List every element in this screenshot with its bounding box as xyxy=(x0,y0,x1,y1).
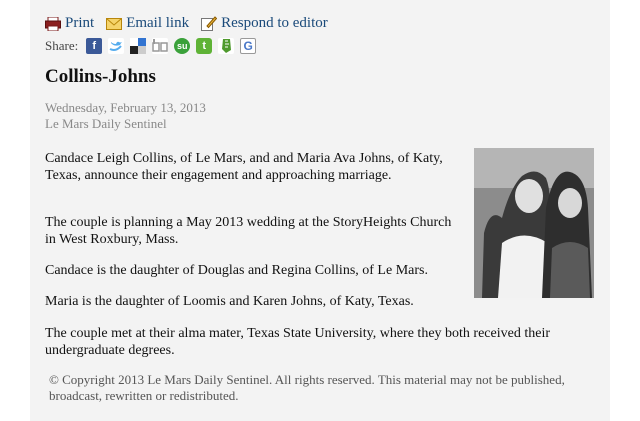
respond-label: Respond to editor xyxy=(221,15,328,31)
envelope-icon xyxy=(106,17,123,30)
evernote-icon[interactable] xyxy=(218,38,235,54)
article-paragraph: The couple is planning a May 2013 weddin… xyxy=(45,215,452,247)
article-photo xyxy=(474,148,594,298)
couple-photo xyxy=(474,148,594,298)
copyright-notice: © Copyright 2013 Le Mars Daily Sentinel.… xyxy=(49,372,565,403)
email-label: Email link xyxy=(126,15,190,31)
technorati-icon[interactable]: t xyxy=(196,38,213,54)
google-icon[interactable]: G xyxy=(240,38,257,54)
twitter-icon[interactable] xyxy=(108,38,125,54)
article-toolbar: Print Email link Respond to editor xyxy=(45,15,328,32)
delicious-icon[interactable] xyxy=(130,38,147,54)
pencil-note-icon xyxy=(201,16,218,31)
article-paragraph: Maria is the daughter of Loomis and Kare… xyxy=(45,294,414,309)
printer-icon xyxy=(45,16,61,31)
article-paragraph: Candace Leigh Collins, of Le Mars, and a… xyxy=(45,151,443,183)
share-row: Share: f su t G xyxy=(45,38,257,54)
respond-link[interactable]: Respond to editor xyxy=(201,15,328,32)
article-paragraph: Candace is the daughter of Douglas and R… xyxy=(45,263,428,278)
facebook-icon[interactable]: f xyxy=(86,38,103,54)
article-source: Le Mars Daily Sentinel xyxy=(45,116,167,131)
article-page: Print Email link Respond to editor Share… xyxy=(30,0,610,421)
article-headline: Collins-Johns xyxy=(45,66,156,87)
article-date: Wednesday, February 13, 2013 xyxy=(45,100,206,115)
share-label: Share: xyxy=(45,38,79,53)
digg-icon[interactable] xyxy=(152,38,169,54)
print-link[interactable]: Print xyxy=(45,15,94,32)
email-link[interactable]: Email link xyxy=(106,15,189,32)
print-label: Print xyxy=(65,15,95,31)
article-dateline: Wednesday, February 13, 2013 Le Mars Dai… xyxy=(45,100,206,132)
article-paragraph: The couple met at their alma mater, Texa… xyxy=(45,326,550,358)
stumbleupon-icon[interactable]: su xyxy=(174,38,191,54)
